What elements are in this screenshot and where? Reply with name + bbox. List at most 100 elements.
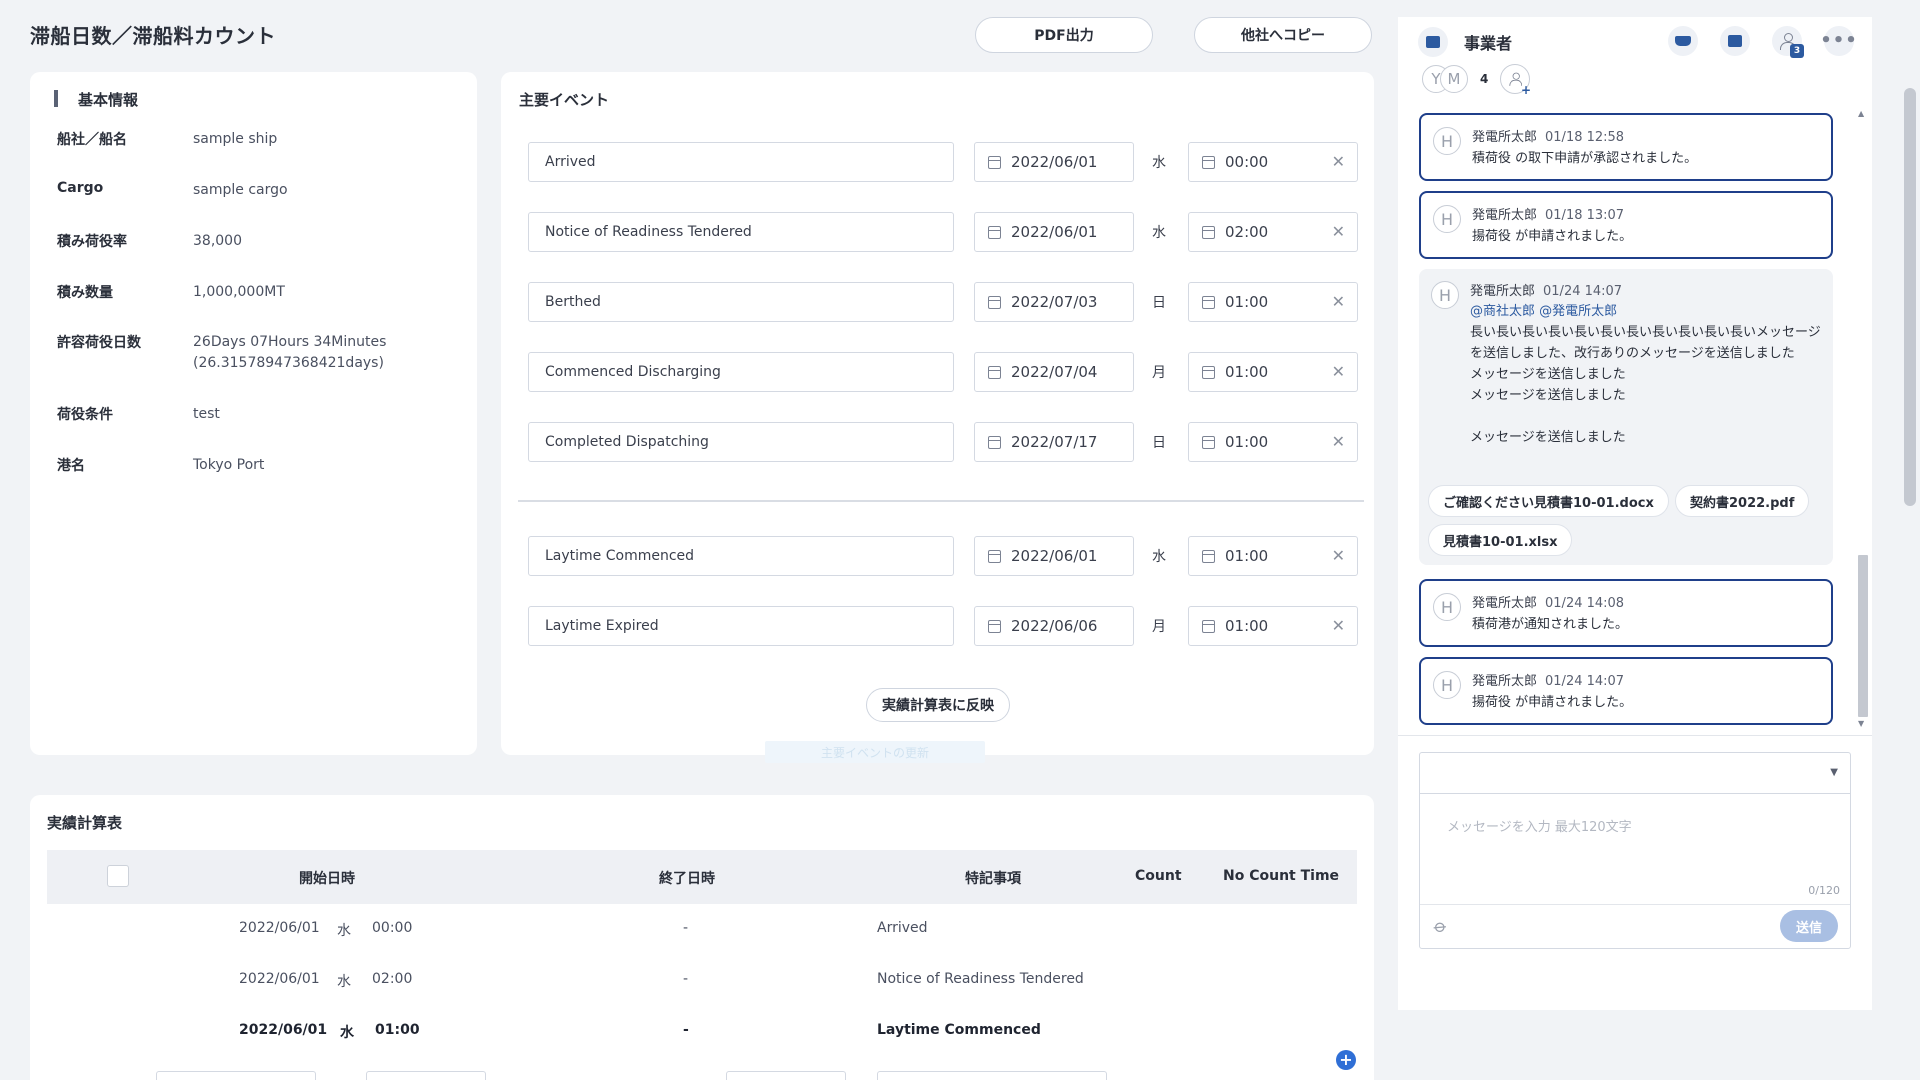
event-date-input[interactable]: 2022/06/01 [974, 536, 1134, 576]
more-icon[interactable]: ••• [1820, 26, 1857, 56]
participants-icon[interactable]: 3 [1772, 26, 1804, 58]
member-count: 4 [1480, 72, 1489, 86]
event-time-input[interactable]: 01:00 ✕ [1188, 422, 1358, 462]
table-row: 2022/06/01 水 00:00 - Arrived [239, 920, 928, 939]
clear-icon[interactable]: ✕ [1332, 616, 1345, 635]
event-name-input[interactable]: Laytime Expired [528, 606, 954, 646]
results-card: 実績計算表 開始日時 終了日時 特記事項 Count No Count Time… [30, 795, 1374, 1080]
avatar: H [1433, 127, 1461, 155]
event-name-input[interactable]: Notice of Readiness Tendered [528, 212, 954, 252]
clock-icon [1202, 366, 1215, 379]
clear-icon[interactable]: ✕ [1332, 152, 1345, 171]
event-date-input[interactable]: 2022/07/04 [974, 352, 1134, 392]
message-list[interactable]: H 発電所太郎 01/18 12:58 積荷役 の取下申請が承認されました。 H … [1398, 107, 1872, 735]
event-time-input[interactable]: 02:00 ✕ [1188, 212, 1358, 252]
message-scrollbar[interactable] [1858, 555, 1868, 717]
event-date-input[interactable]: 2022/06/06 [974, 606, 1134, 646]
header-start: 開始日時 [299, 871, 355, 887]
new-row-date-input[interactable] [156, 1071, 316, 1080]
event-time-input[interactable]: 01:00 ✕ [1188, 536, 1358, 576]
chat-divider [1398, 735, 1872, 736]
event-weekday: 月 [1152, 619, 1166, 635]
event-weekday: 水 [1152, 155, 1166, 171]
calendar-icon [988, 296, 1001, 309]
basic-info-title: 基本情報 [54, 89, 138, 110]
event-time-input[interactable]: 01:00 ✕ [1188, 352, 1358, 392]
page-scrollbar[interactable] [1904, 88, 1916, 506]
composer-divider [1420, 904, 1850, 905]
message-mentions[interactable]: @商社太郎 @発電所太郎 [1470, 304, 1617, 319]
pdf-export-button[interactable]: PDF出力 [975, 17, 1153, 53]
header-remarks: 特記事項 [965, 871, 1021, 887]
event-name-input[interactable]: Arrived [528, 142, 954, 182]
copy-to-company-button[interactable]: 他社へコピー [1194, 17, 1372, 53]
event-date-input[interactable]: 2022/06/01 [974, 142, 1134, 182]
message: H 発電所太郎 01/18 13:07 揚荷役 が申請されました。 [1419, 191, 1833, 259]
header-no-count: No Count Time [1223, 868, 1340, 884]
chevron-down-icon: ▼ [1830, 767, 1838, 778]
new-row-time-input[interactable] [366, 1071, 486, 1080]
event-name-input[interactable]: Completed Dispatching [528, 422, 954, 462]
attachment-chip[interactable]: 契約書2022.pdf [1675, 485, 1810, 517]
ship-icon[interactable] [1668, 26, 1698, 56]
page-title: 滞船日数／滞船料カウント [30, 24, 276, 48]
calendar-icon [988, 226, 1001, 239]
message-composer[interactable]: メッセージを入力 最大120文字 0/120 ⌀ 送信 [1419, 793, 1851, 949]
events-divider [518, 500, 1364, 502]
clear-icon[interactable]: ✕ [1332, 546, 1345, 565]
basic-info-card: 基本情報 船社／船名 sample ship Cargo sample cargo … [30, 72, 477, 755]
message-input-placeholder[interactable]: メッセージを入力 最大120文字 [1447, 816, 1632, 835]
document-icon[interactable] [1720, 26, 1750, 56]
calendar-icon [988, 366, 1001, 379]
clock-icon [1202, 436, 1215, 449]
event-weekday: 水 [1152, 225, 1166, 241]
events-title: 主要イベント [519, 91, 610, 109]
message: H 発電所太郎 01/24 14:08 積荷港が通知されました。 [1419, 579, 1833, 647]
update-events-ghost-button: 主要イベントの更新 [765, 741, 985, 763]
event-weekday: 水 [1152, 549, 1166, 565]
event-time-input[interactable]: 01:00 ✕ [1188, 606, 1358, 646]
clear-icon[interactable]: ✕ [1332, 432, 1345, 451]
event-time-input[interactable]: 01:00 ✕ [1188, 282, 1358, 322]
event-name-input[interactable]: Berthed [528, 282, 954, 322]
event-date-input[interactable]: 2022/07/17 [974, 422, 1134, 462]
paperclip-icon[interactable]: ⌀ [1430, 915, 1452, 938]
select-all-checkbox[interactable] [107, 865, 129, 887]
add-member-icon[interactable]: + [1500, 64, 1531, 97]
results-title: 実績計算表 [47, 814, 123, 832]
event-time-input[interactable]: 00:00 ✕ [1188, 142, 1358, 182]
clock-icon [1202, 620, 1215, 633]
participants-badge: 3 [1790, 44, 1804, 58]
scroll-down-icon[interactable]: ▼ [1858, 719, 1864, 728]
attachment-chip[interactable]: 見積書10-01.xlsx [1428, 524, 1573, 556]
results-table-header: 開始日時 終了日時 特記事項 Count No Count Time [47, 850, 1357, 904]
event-weekday: 月 [1152, 365, 1166, 381]
clear-icon[interactable]: ✕ [1332, 362, 1345, 381]
scroll-up-icon[interactable]: ▲ [1858, 109, 1864, 118]
clock-icon [1202, 550, 1215, 563]
event-date-input[interactable]: 2022/07/03 [974, 282, 1134, 322]
send-button[interactable]: 送信 [1780, 910, 1838, 942]
calendar-icon [988, 550, 1001, 563]
member-avatars[interactable]: Y M [1422, 65, 1470, 95]
new-row-end-input[interactable] [726, 1071, 846, 1080]
event-name-input[interactable]: Commenced Discharging [528, 352, 954, 392]
new-row-remarks-input[interactable] [877, 1071, 1107, 1080]
ship-icon [1418, 27, 1448, 57]
recipient-select[interactable]: ▼ [1419, 752, 1851, 794]
avatar: H [1431, 281, 1459, 309]
clear-icon[interactable]: ✕ [1332, 222, 1345, 241]
event-weekday: 日 [1152, 435, 1166, 451]
chat-title: 事業者 [1464, 34, 1513, 53]
event-name-input[interactable]: Laytime Commenced [528, 536, 954, 576]
calendar-icon [988, 436, 1001, 449]
attachment-chip[interactable]: ご確認ください見積書10-01.docx [1428, 485, 1669, 517]
calendar-icon [988, 156, 1001, 169]
clock-icon [1202, 156, 1215, 169]
message: H 発電所太郎 01/24 14:07 揚荷役 が申請されました。 [1419, 657, 1833, 725]
events-card: 主要イベント Arrived 2022/06/01 水 00:00 ✕ Notic… [501, 72, 1374, 763]
plus-icon[interactable]: + [1336, 1050, 1356, 1070]
event-date-input[interactable]: 2022/06/01 [974, 212, 1134, 252]
reflect-to-results-button[interactable]: 実績計算表に反映 [866, 688, 1010, 722]
clear-icon[interactable]: ✕ [1332, 292, 1345, 311]
